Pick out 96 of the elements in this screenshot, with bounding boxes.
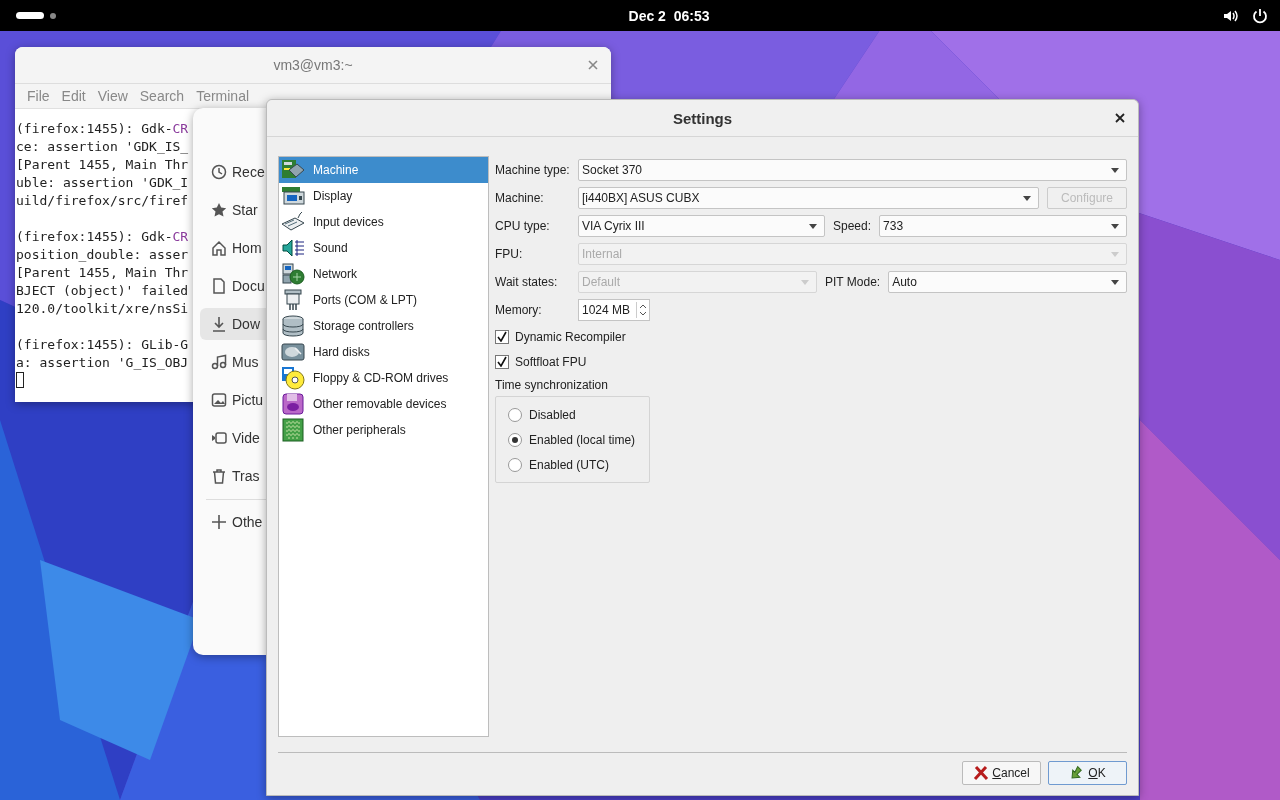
sidebar-item[interactable]: Docu — [200, 270, 266, 302]
field-label: Speed: — [833, 219, 872, 233]
sidebar-item[interactable]: Rece — [200, 156, 266, 188]
dropdown[interactable]: [i440BX] ASUS CUBX — [578, 187, 1039, 209]
radio-label[interactable]: Enabled (UTC) — [529, 457, 610, 472]
caret-icon — [1110, 166, 1120, 174]
category-item[interactable]: Hard disks — [279, 339, 488, 365]
category-item[interactable]: Other peripherals — [279, 417, 488, 443]
video-icon — [211, 430, 227, 446]
spin-arrows-icon[interactable] — [636, 302, 649, 318]
terminal-line: ce: assertion 'GDK_IS_ — [16, 138, 189, 156]
dropdown[interactable]: VIA Cyrix III — [578, 215, 825, 237]
checkbox[interactable] — [495, 354, 509, 369]
circuit-board-icon — [281, 418, 305, 442]
terminal-line: uild/firefox/src/firef — [16, 192, 189, 210]
sidebar-item[interactable]: Dow — [200, 308, 266, 340]
terminal-line: [Parent 1455, Main Thr — [16, 264, 189, 282]
radio-label[interactable]: Enabled (local time) — [529, 432, 636, 447]
image-icon — [211, 392, 227, 408]
window-title: vm3@vm3:~ — [273, 57, 353, 73]
category-item[interactable]: Floppy & CD-ROM drives — [279, 365, 488, 391]
dialog-button[interactable]: OK — [1048, 761, 1127, 785]
checkbox-label[interactable]: Dynamic Recompiler — [515, 329, 626, 344]
dropdown[interactable]: 733 — [879, 215, 1127, 237]
field-label: CPU type: — [495, 219, 551, 233]
display-card-icon — [281, 184, 305, 208]
clock-icon — [211, 164, 227, 180]
dropdown[interactable]: Socket 370 — [578, 159, 1127, 181]
radio-button[interactable] — [508, 457, 522, 472]
home-icon — [211, 240, 227, 256]
category-item[interactable]: Storage controllers — [279, 313, 488, 339]
disk-stack-icon — [281, 314, 305, 338]
sidebar-item[interactable]: Othe — [200, 506, 266, 538]
group-label: Time synchronization — [495, 377, 609, 394]
download-icon — [211, 316, 227, 332]
network-computer-icon — [281, 262, 305, 286]
close-icon[interactable] — [1114, 112, 1126, 124]
caret-icon — [1110, 222, 1120, 230]
terminal-line: a: assertion 'G_IS_OBJ — [16, 354, 189, 372]
caret-icon — [1110, 250, 1120, 258]
terminal-line: (firefox:1455): GLib-G — [16, 336, 189, 354]
field-label: Wait states: — [495, 275, 559, 289]
category-item[interactable]: Display — [279, 183, 488, 209]
power-icon[interactable] — [1252, 7, 1268, 24]
sidebar-item[interactable]: Hom — [200, 232, 266, 264]
dropdown: Default — [578, 271, 817, 293]
radio-button[interactable] — [508, 407, 522, 422]
caret-icon — [1110, 278, 1120, 286]
category-item[interactable]: Machine — [279, 157, 488, 183]
sidebar-item[interactable]: Star — [200, 194, 266, 226]
category-item[interactable]: Input devices — [279, 209, 488, 235]
field-label: PIT Mode: — [825, 275, 881, 289]
category-item[interactable]: Other removable devices — [279, 391, 488, 417]
category-item[interactable]: Network — [279, 261, 488, 287]
sidebar-item[interactable]: Vide — [200, 422, 266, 454]
checkbox-label[interactable]: Softfloat FPU — [515, 354, 587, 369]
spin-field[interactable]: 1024 MB — [578, 299, 650, 321]
dropdown[interactable]: Auto — [888, 271, 1127, 293]
checkbox[interactable] — [495, 329, 509, 344]
checkmark-icon — [497, 356, 507, 367]
field-label: Machine type: — [495, 163, 570, 177]
dialog-button[interactable]: Cancel — [962, 761, 1041, 785]
terminal-line: [Parent 1455, Main Thr — [16, 156, 189, 174]
terminal-line: (firefox:1455): Gdk-CR — [16, 228, 189, 246]
floppy-icon — [281, 392, 305, 416]
caret-icon — [800, 278, 810, 286]
clock[interactable]: Dec 2 06:53 — [568, 7, 710, 24]
x-mark-icon — [973, 765, 990, 781]
connector-icon — [281, 288, 305, 312]
sidebar-item[interactable]: Tras — [200, 460, 266, 492]
category-item[interactable]: Sound — [279, 235, 488, 261]
window-title: Settings — [672, 109, 733, 127]
star-icon — [211, 202, 227, 218]
terminal-line: 120.0/toolkit/xre/nsSi — [16, 300, 189, 318]
terminal-line: position_double: asser — [16, 246, 189, 264]
cd-disc-icon — [281, 366, 305, 390]
music-icon — [211, 354, 227, 370]
caret-icon — [1022, 194, 1032, 202]
field-label: FPU: — [495, 247, 524, 261]
radio-label[interactable]: Disabled — [529, 407, 576, 422]
document-icon — [211, 278, 227, 294]
plus-icon — [211, 514, 227, 530]
terminal-line: BJECT (object)' failed — [16, 282, 189, 300]
dropdown: Internal — [578, 243, 1127, 265]
field-label: Machine: — [495, 191, 545, 205]
sidebar-item[interactable]: Pictu — [200, 384, 266, 416]
checkmark-icon — [497, 331, 507, 342]
category-item[interactable]: Ports (COM & LPT) — [279, 287, 488, 313]
sidebar-item[interactable]: Mus — [200, 346, 266, 378]
terminal-line: (firefox:1455): Gdk-CR — [16, 120, 189, 138]
trash-icon — [211, 468, 227, 484]
terminal-line: uble: assertion 'GDK_I — [16, 174, 189, 192]
text-cursor — [16, 372, 24, 388]
caret-icon — [808, 222, 818, 230]
field-label: Memory: — [495, 303, 543, 317]
radio-button[interactable] — [508, 432, 522, 447]
